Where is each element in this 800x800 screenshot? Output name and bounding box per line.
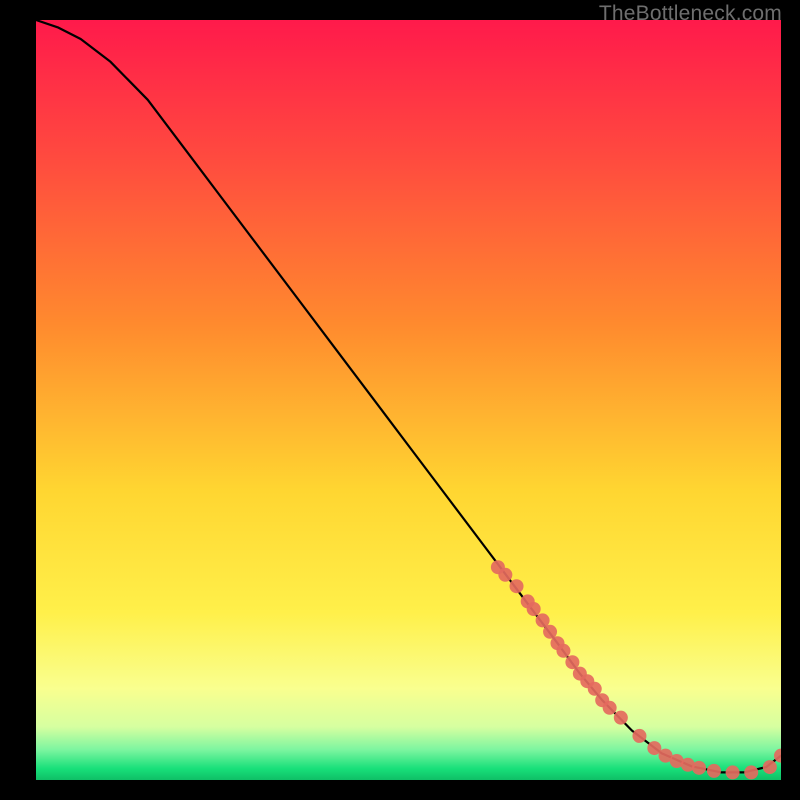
marker-dot (744, 765, 758, 779)
marker-dot (510, 579, 524, 593)
plot-area (36, 20, 781, 780)
marker-dot (614, 711, 628, 725)
marker-dot (527, 602, 541, 616)
marker-dot (763, 760, 777, 774)
marker-dot (692, 761, 706, 775)
marker-dot (726, 765, 740, 779)
marker-dot (556, 644, 570, 658)
marker-dot (603, 701, 617, 715)
gradient-background (36, 20, 781, 780)
marker-dot (632, 729, 646, 743)
chart-svg (36, 20, 781, 780)
marker-dot (498, 568, 512, 582)
marker-dot (707, 764, 721, 778)
chart-stage: TheBottleneck.com (0, 0, 800, 800)
